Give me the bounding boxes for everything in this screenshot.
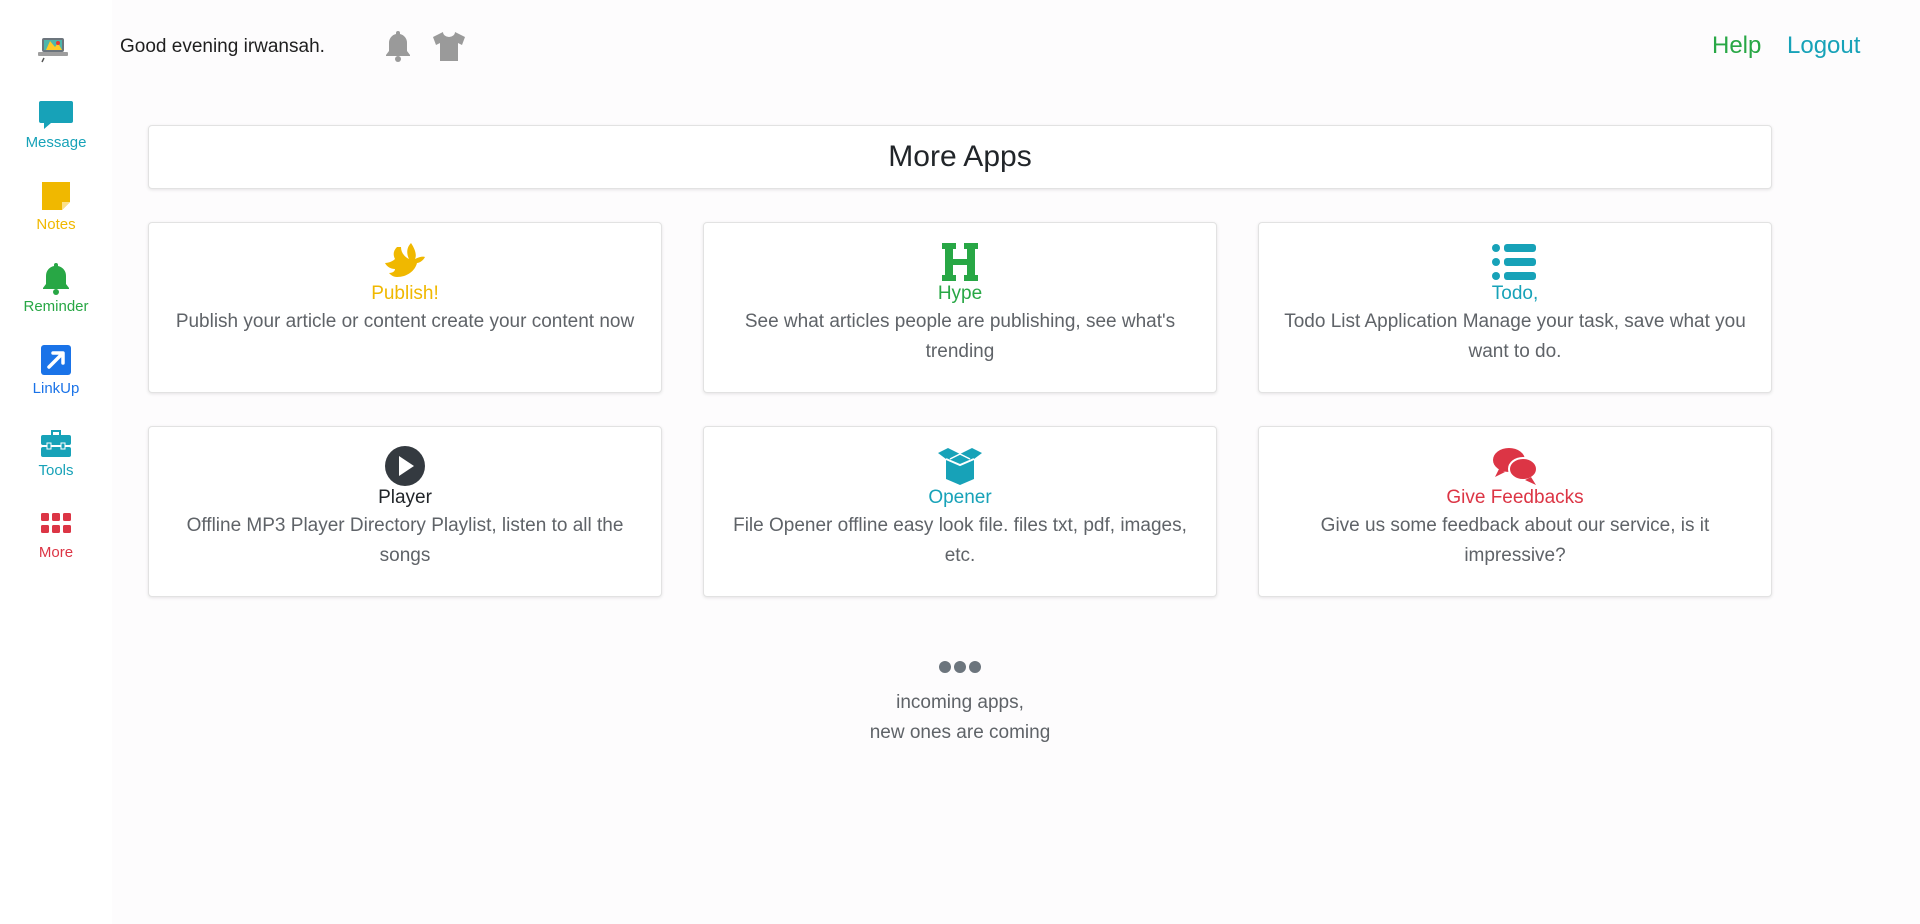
- help-link[interactable]: Help: [1712, 32, 1761, 60]
- sidebar-item-reminder[interactable]: Reminder: [0, 260, 112, 315]
- app-card-todo[interactable]: Todo, Todo List Application Manage your …: [1258, 222, 1772, 393]
- app-title: Give Feedbacks: [1446, 487, 1584, 508]
- app-description: Give us some feedback about our service,…: [1320, 515, 1710, 566]
- sidebar-item-label: Message: [25, 134, 87, 151]
- app-card-feedback[interactable]: Give Feedbacks Give us some feedback abo…: [1258, 426, 1772, 597]
- app-title: Player: [378, 487, 432, 508]
- app-description: Offline MP3 Player Directory Playlist, l…: [186, 515, 624, 566]
- sidebar-item-label: More: [38, 544, 74, 561]
- app-card-hype[interactable]: Hype See what articles people are publis…: [703, 222, 1217, 393]
- toolbox-icon: [38, 424, 74, 460]
- sidebar-item-label: Reminder: [23, 298, 89, 315]
- ellipsis-icon: [938, 660, 982, 674]
- tshirt-icon[interactable]: [431, 28, 467, 64]
- app-description: Publish your article or content create y…: [175, 311, 635, 332]
- sidebar-item-label: Tools: [38, 462, 74, 479]
- note-icon: [38, 178, 74, 214]
- sidebar-item-label: Notes: [36, 216, 76, 233]
- sidebar-item-linkup[interactable]: LinkUp: [0, 342, 112, 397]
- comments-icon: [1491, 445, 1539, 487]
- sidebar-item-message[interactable]: Message: [0, 96, 112, 151]
- app-card-player[interactable]: Player Offline MP3 Player Directory Play…: [148, 426, 662, 597]
- footer-line-2: new ones are coming: [869, 722, 1051, 743]
- h-icon: [936, 241, 984, 283]
- sidebar-item-notes[interactable]: Notes: [0, 178, 112, 233]
- message-icon: [38, 96, 74, 132]
- list-icon: [1491, 241, 1539, 283]
- play-icon: [381, 445, 429, 487]
- app-description: Todo List Application Manage your task, …: [1284, 311, 1746, 362]
- app-title: Todo,: [1491, 283, 1539, 304]
- external-link-icon: [38, 342, 74, 378]
- bell-icon: [38, 260, 74, 296]
- sidebar-item-label: LinkUp: [32, 380, 80, 397]
- grid-icon: [38, 506, 74, 542]
- sidebar-item-more[interactable]: More: [0, 506, 112, 561]
- logout-link[interactable]: Logout: [1787, 32, 1860, 60]
- page-title: More Apps: [888, 140, 1032, 173]
- app-title: Publish!: [371, 283, 439, 304]
- app-title: Opener: [928, 487, 992, 508]
- sidebar-item-tools[interactable]: Tools: [0, 424, 112, 479]
- app-description: File Opener offline easy look file. file…: [733, 515, 1187, 566]
- notification-bell-icon[interactable]: [380, 28, 416, 64]
- greeting-text: Good evening irwansah.: [120, 36, 325, 57]
- open-box-icon: [936, 445, 984, 487]
- sidebar: Message Notes Reminder LinkUp Tools More: [0, 0, 112, 924]
- app-card-opener[interactable]: Opener File Opener offline easy look fil…: [703, 426, 1217, 597]
- incoming-apps-notice: incoming apps, new ones are coming: [760, 660, 1160, 748]
- app-description: See what articles people are publishing,…: [744, 311, 1176, 362]
- app-title: Hype: [937, 283, 983, 304]
- more-apps-header: More Apps: [148, 125, 1772, 189]
- dove-icon: [381, 241, 429, 283]
- app-logo[interactable]: [36, 32, 72, 66]
- footer-line-1: incoming apps,: [896, 692, 1024, 713]
- app-card-publish[interactable]: Publish! Publish your article or content…: [148, 222, 662, 393]
